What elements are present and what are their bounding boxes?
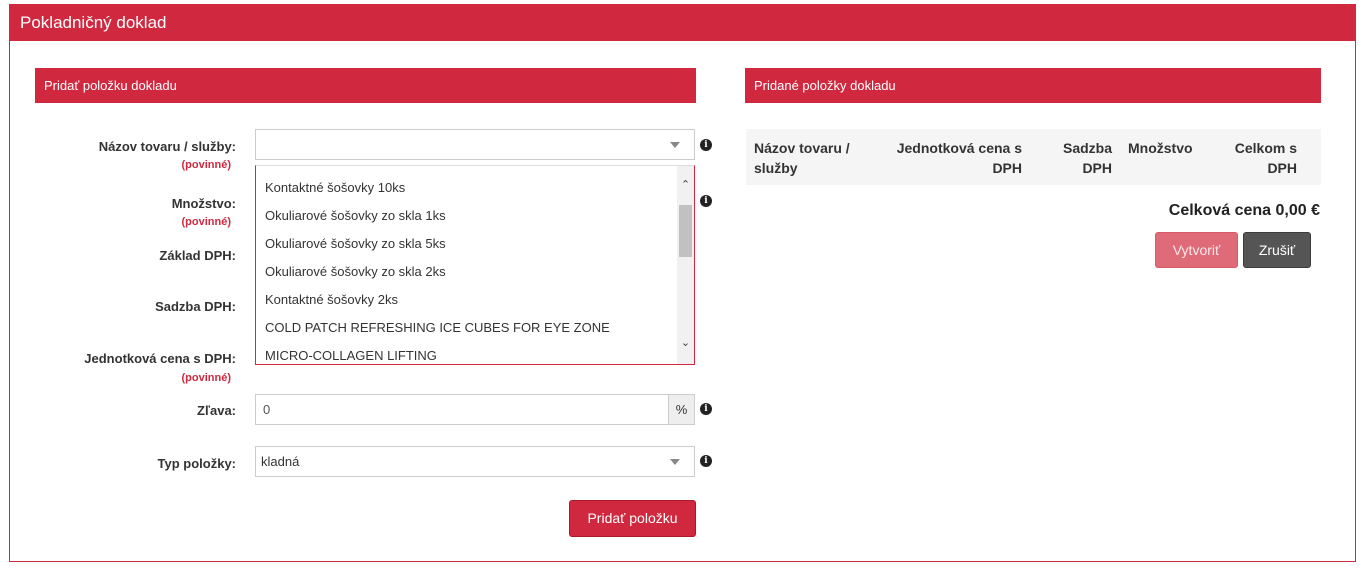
col-total-header: Celkom s DPH (1216, 138, 1297, 178)
col-unit-price-line2: DPH (992, 160, 1022, 176)
dropdown-option[interactable]: Kontaktné šošovky 2ks (265, 292, 398, 307)
caret-down-icon (670, 142, 680, 148)
unit-price-required: (povinné) (181, 372, 232, 384)
dropdown-option[interactable]: Okuliarové šošovky zo skla 2ks (265, 264, 446, 279)
col-total-line2: DPH (1267, 160, 1297, 176)
create-button[interactable]: Vytvoriť (1155, 232, 1238, 268)
cancel-button[interactable]: Zrušiť (1243, 232, 1311, 268)
chevron-up-icon[interactable]: ⌃ (679, 178, 692, 192)
dropdown-option[interactable]: Okuliarové šošovky zo skla 1ks (265, 208, 446, 223)
vat-base-label: Základ DPH: (159, 248, 236, 263)
item-type-label: Typ položky: (157, 456, 236, 471)
vat-rate-label: Sadzba DPH: (155, 299, 236, 314)
items-table-header: Názov tovaru / služby Jednotková cena s … (746, 129, 1321, 185)
receipt-panel: Pokladničný doklad Pridať položku doklad… (9, 4, 1356, 562)
col-name-line2: služby (754, 160, 798, 176)
info-icon[interactable]: i (700, 195, 712, 207)
col-name-header: Názov tovaru / služby (754, 138, 874, 178)
quantity-label: Množstvo: (171, 196, 236, 211)
quantity-required: (povinné) (181, 216, 232, 228)
product-select[interactable] (255, 129, 695, 160)
dropdown-option[interactable]: COLD PATCH REFRESHING ICE CUBES FOR EYE … (265, 320, 610, 335)
col-name-line1: Názov tovaru / (754, 140, 850, 156)
dropdown-scrollbar[interactable]: ⌃ ⌄ (677, 166, 694, 364)
percent-addon: % (669, 394, 695, 425)
product-required: (povinné) (181, 159, 232, 171)
col-quantity-line1: Množstvo (1128, 140, 1193, 156)
item-type-select[interactable]: kladná (255, 446, 695, 477)
scrollbar-thumb[interactable] (679, 205, 692, 257)
info-icon[interactable]: i (700, 139, 712, 151)
col-unit-price-line1: Jednotková cena s (896, 140, 1022, 156)
discount-label: Zľava: (197, 403, 236, 418)
col-unit-price-header: Jednotková cena s DPH (876, 138, 1022, 178)
add-item-button[interactable]: Pridať položku (569, 500, 696, 537)
add-item-section-title: Pridať položku dokladu (35, 68, 696, 103)
dropdown-option[interactable]: Kontaktné šošovky 10ks (265, 180, 405, 195)
col-vat-rate-header: Sadzba DPH (1046, 138, 1112, 178)
product-dropdown-list[interactable]: Kontaktné šošovky 10ks Okuliarové šošovk… (255, 165, 695, 365)
unit-price-label: Jednotková cena s DPH: (84, 351, 236, 366)
col-vat-rate-line1: Sadzba (1062, 140, 1112, 156)
dropdown-option[interactable]: Okuliarové šošovky zo skla 5ks (265, 236, 446, 251)
panel-title: Pokladničný doklad (10, 5, 1355, 41)
dropdown-option[interactable]: MICRO-COLLAGEN LIFTING (265, 348, 437, 363)
product-label: Názov tovaru / služby: (98, 139, 236, 154)
added-items-section-title: Pridané položky dokladu (745, 68, 1321, 103)
chevron-down-icon[interactable]: ⌄ (679, 336, 692, 350)
info-icon[interactable]: i (700, 403, 712, 415)
info-icon[interactable]: i (700, 455, 712, 467)
total-price: Celková cena 0,00 € (1168, 202, 1320, 219)
item-type-value: kladná (261, 454, 300, 469)
col-quantity-header: Množstvo (1128, 138, 1208, 158)
caret-down-icon (670, 459, 680, 465)
discount-input[interactable]: 0 (255, 394, 669, 425)
col-vat-rate-line2: DPH (1082, 160, 1112, 176)
col-total-line1: Celkom s (1234, 140, 1297, 156)
